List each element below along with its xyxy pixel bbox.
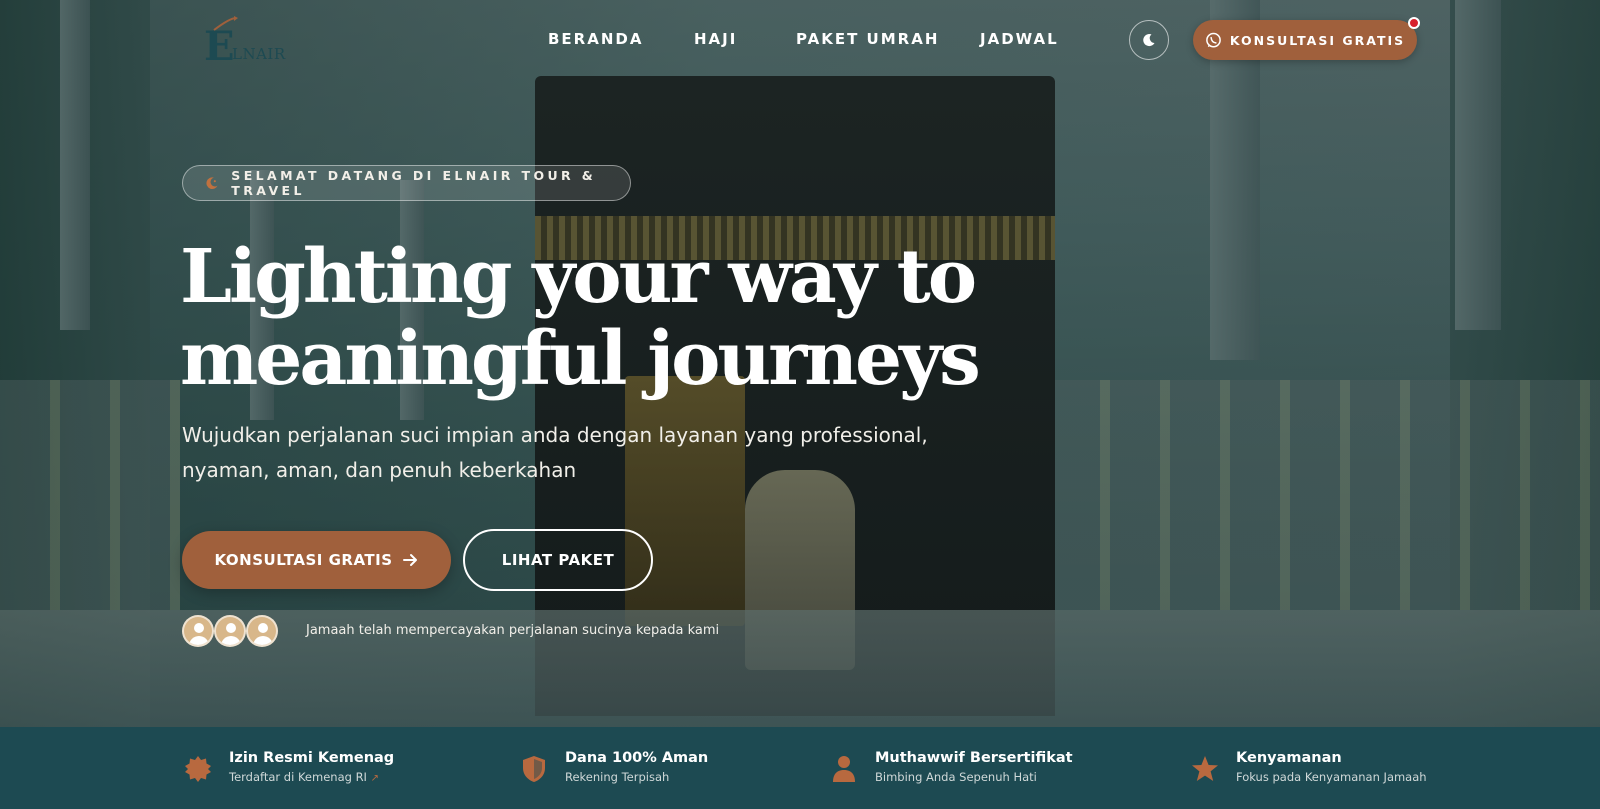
brand-logo[interactable]: E LNAIR <box>200 14 295 70</box>
svg-text:LNAIR: LNAIR <box>232 45 286 63</box>
hero-title: Lighting your way to meaningful journeys <box>180 236 1080 400</box>
theme-toggle-button[interactable] <box>1129 20 1169 60</box>
nav-item-jadwal[interactable]: JADWAL <box>980 30 1059 48</box>
feature-comfort: Kenyamanan Fokus pada Kenyamanan Jamaah <box>1190 748 1427 786</box>
nav-item-paket-umrah[interactable]: PAKET UMRAH <box>796 30 939 48</box>
avatar <box>182 615 214 647</box>
consultation-button[interactable]: KONSULTASI GRATIS <box>182 531 451 589</box>
feature-description: Rekening Terpisah <box>565 770 670 784</box>
feature-guide: Muthawwif Bersertifikat Bimbing Anda Sep… <box>829 748 1073 786</box>
hero-subtitle: Wujudkan perjalanan suci impian anda den… <box>182 423 928 482</box>
nav-item-beranda[interactable]: BERANDA <box>548 30 643 48</box>
feature-title: Muthawwif Bersertifikat <box>875 750 1073 766</box>
view-packages-button-text: LIHAT PAKET <box>501 551 615 569</box>
shield-icon <box>523 756 545 782</box>
whatsapp-icon <box>1205 32 1221 47</box>
feature-title: Kenyamanan <box>1236 750 1342 766</box>
arrow-right-icon <box>402 554 417 566</box>
moon-icon <box>1143 34 1155 47</box>
feature-description: Terdaftar di Kemenag RI ↗ <box>229 770 379 784</box>
notification-dot <box>1408 17 1420 29</box>
person-icon <box>833 756 855 782</box>
feature-description: Fokus pada Kenyamanan Jamaah <box>1236 770 1427 784</box>
feature-title: Dana 100% Aman <box>565 750 709 766</box>
feature-description: Bimbing Anda Sepenuh Hati <box>875 770 1037 784</box>
external-link-icon[interactable]: ↗ <box>371 773 379 784</box>
hero-title-line-1: Lighting your way to <box>180 234 977 320</box>
avatar-group <box>182 615 278 647</box>
avatar <box>246 615 278 647</box>
consultation-button-text: KONSULTASI GRATIS <box>214 551 393 569</box>
trust-text: Jamaah telah mempercayakan perjalanan su… <box>306 623 720 638</box>
feature-title: Izin Resmi Kemenag <box>229 750 395 766</box>
consultation-button-top[interactable]: KONSULTASI GRATIS <box>1193 20 1417 60</box>
feature-secure-funds: Dana 100% Aman Rekening Terpisah <box>519 748 708 786</box>
hero-title-line-2: meaningful journeys <box>180 316 981 402</box>
seal-badge-icon <box>185 756 211 782</box>
svg-text:E: E <box>204 23 235 66</box>
consultation-button-label: KONSULTASI GRATIS <box>1229 32 1406 48</box>
welcome-badge-text: SELAMAT DATANG DI ELNAIR TOUR & TRAVEL <box>231 168 597 198</box>
view-packages-button[interactable]: LIHAT PAKET <box>463 529 653 591</box>
crescent-icon <box>206 177 218 190</box>
star-icon <box>1192 756 1218 781</box>
feature-license: Izin Resmi Kemenag Terdaftar di Kemenag … <box>183 748 394 788</box>
welcome-badge: SELAMAT DATANG DI ELNAIR TOUR & TRAVEL <box>182 165 631 201</box>
nav-item-haji[interactable]: HAJI <box>694 30 737 48</box>
avatar <box>214 615 246 647</box>
